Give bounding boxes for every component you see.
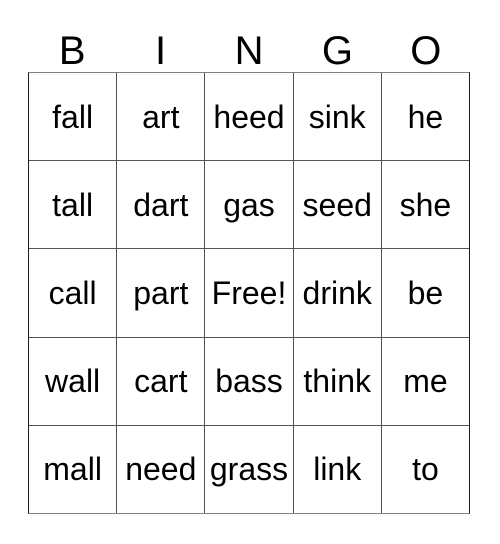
bingo-cell-free-space[interactable]: Free! <box>205 249 294 337</box>
bingo-cell-n1[interactable]: heed <box>205 73 294 161</box>
bingo-card: B I N G O fall art heed sink he tall dar… <box>0 0 500 544</box>
bingo-cell-o1[interactable]: he <box>382 73 469 160</box>
bingo-cell-g1[interactable]: sink <box>294 73 382 161</box>
bingo-row-3: call part Free! drink be <box>29 249 469 338</box>
bingo-row-2: tall dart gas seed she <box>29 161 469 250</box>
bingo-cell-i3[interactable]: part <box>117 249 206 337</box>
bingo-cell-g3[interactable]: drink <box>294 249 382 337</box>
bingo-cell-b2[interactable]: tall <box>29 161 118 249</box>
bingo-cell-n4[interactable]: bass <box>205 337 294 425</box>
bingo-cell-n5[interactable]: grass <box>205 425 294 514</box>
header-letter-n: N <box>234 29 264 73</box>
bingo-row-4: wall cart bass think me <box>29 337 469 426</box>
bingo-cell-o3[interactable]: be <box>382 249 469 336</box>
header-letter-i: I <box>155 29 167 73</box>
header-letter-b: B <box>58 29 86 73</box>
bingo-cell-o4[interactable]: me <box>382 338 469 425</box>
bingo-cell-g4[interactable]: think <box>294 337 382 425</box>
bingo-cell-g5[interactable]: link <box>294 425 382 514</box>
header-letter-g: G <box>321 29 353 73</box>
bingo-cell-i4[interactable]: cart <box>117 337 206 425</box>
bingo-cell-i2[interactable]: dart <box>117 161 206 249</box>
bingo-grid: fall art heed sink he tall dart gas seed… <box>28 72 470 514</box>
bingo-header-row: B I N G O <box>28 22 470 72</box>
bingo-row-1: fall art heed sink he <box>29 73 469 162</box>
bingo-cell-b1[interactable]: fall <box>29 73 118 161</box>
bingo-cell-o2[interactable]: she <box>382 161 469 248</box>
bingo-cell-b4[interactable]: wall <box>29 337 118 425</box>
bingo-cell-b3[interactable]: call <box>29 249 118 337</box>
bingo-cell-n2[interactable]: gas <box>205 161 294 249</box>
bingo-cell-o5[interactable]: to <box>382 426 469 513</box>
bingo-cell-i1[interactable]: art <box>117 73 206 161</box>
header-letter-o: O <box>410 29 442 73</box>
bingo-cell-i5[interactable]: need <box>117 425 206 514</box>
bingo-row-5: mall need grass link to <box>29 425 469 514</box>
bingo-cell-b5[interactable]: mall <box>29 425 118 514</box>
bingo-cell-g2[interactable]: seed <box>294 161 382 249</box>
